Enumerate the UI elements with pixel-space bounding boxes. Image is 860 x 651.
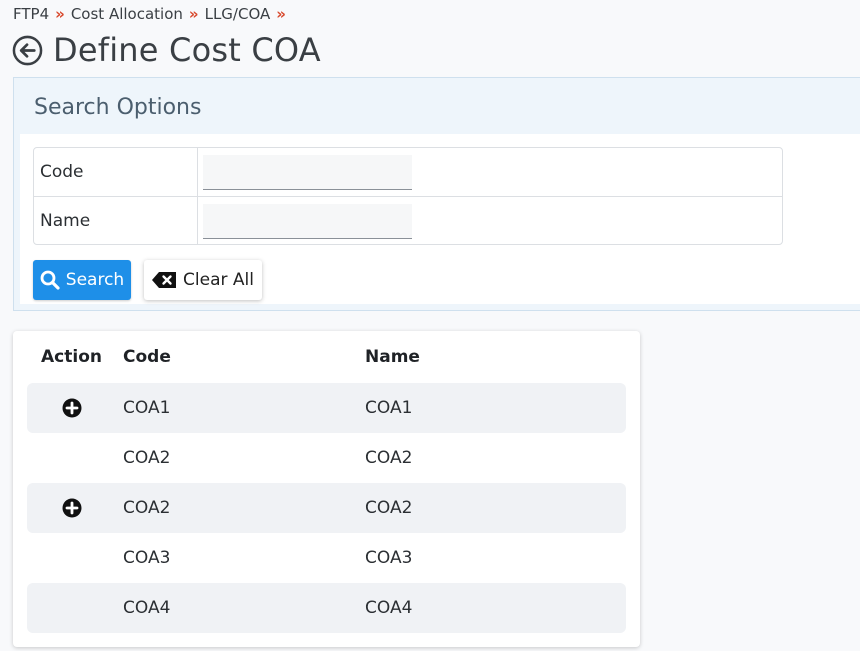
search-icon: [40, 270, 60, 290]
add-icon[interactable]: [62, 498, 82, 518]
page-title: Define Cost COA: [53, 31, 321, 69]
table-row[interactable]: COA4 COA4: [27, 583, 626, 633]
search-button[interactable]: Search: [33, 260, 131, 300]
form-row-name: Name: [34, 197, 782, 245]
table-row[interactable]: COA2 COA2: [27, 433, 626, 483]
column-header-name[interactable]: Name: [365, 347, 420, 367]
code-cell: COA2: [123, 498, 171, 518]
column-header-code[interactable]: Code: [123, 347, 171, 367]
clear-all-button-label: Clear All: [183, 270, 254, 290]
title-row: Define Cost COA: [12, 31, 321, 69]
name-cell: COA4: [365, 598, 413, 618]
name-cell: COA3: [365, 548, 413, 568]
table-header: Action Code Name: [13, 331, 640, 383]
form-divider: [197, 148, 198, 196]
search-options-panel: Search Options Code Name Search Clear Al…: [13, 77, 860, 311]
table-row[interactable]: COA1 COA1: [27, 383, 626, 433]
breadcrumb-item-cost-allocation[interactable]: Cost Allocation: [71, 5, 183, 23]
search-button-label: Search: [65, 270, 125, 290]
table-body: COA1 COA1 COA2 COA2 COA2 COA2 COA3 COA3 …: [27, 383, 626, 633]
breadcrumb-separator: »: [276, 5, 286, 23]
breadcrumb-separator: »: [55, 5, 65, 23]
name-input[interactable]: [203, 204, 412, 239]
name-cell: COA2: [365, 448, 413, 468]
name-cell: COA2: [365, 498, 413, 518]
breadcrumb: FTP4 » Cost Allocation » LLG/COA »: [13, 5, 292, 23]
breadcrumb-item-ftp4[interactable]: FTP4: [13, 5, 49, 23]
search-options-body: Code Name Search Clear All: [20, 134, 860, 304]
code-cell: COA2: [123, 448, 171, 468]
results-table: Action Code Name COA1 COA1 COA2 COA2 COA…: [13, 331, 640, 647]
form-row-code: Code: [34, 148, 782, 197]
table-row[interactable]: COA2 COA2: [27, 483, 626, 533]
code-cell: COA3: [123, 548, 171, 568]
clear-icon: [152, 272, 177, 288]
code-cell: COA1: [123, 398, 171, 418]
code-cell: COA4: [123, 598, 171, 618]
add-icon[interactable]: [62, 398, 82, 418]
search-form: Code Name: [33, 147, 783, 245]
search-options-title: Search Options: [34, 95, 202, 120]
column-header-action[interactable]: Action: [41, 347, 102, 367]
code-input[interactable]: [203, 155, 412, 190]
back-icon[interactable]: [12, 35, 43, 66]
code-label: Code: [40, 162, 84, 182]
name-cell: COA1: [365, 398, 413, 418]
name-label: Name: [40, 211, 91, 231]
breadcrumb-separator: »: [188, 5, 199, 23]
table-row[interactable]: COA3 COA3: [27, 533, 626, 583]
clear-all-button[interactable]: Clear All: [144, 260, 262, 300]
breadcrumb-item-llg-coa[interactable]: LLG/COA: [205, 5, 271, 23]
form-divider: [197, 197, 198, 245]
